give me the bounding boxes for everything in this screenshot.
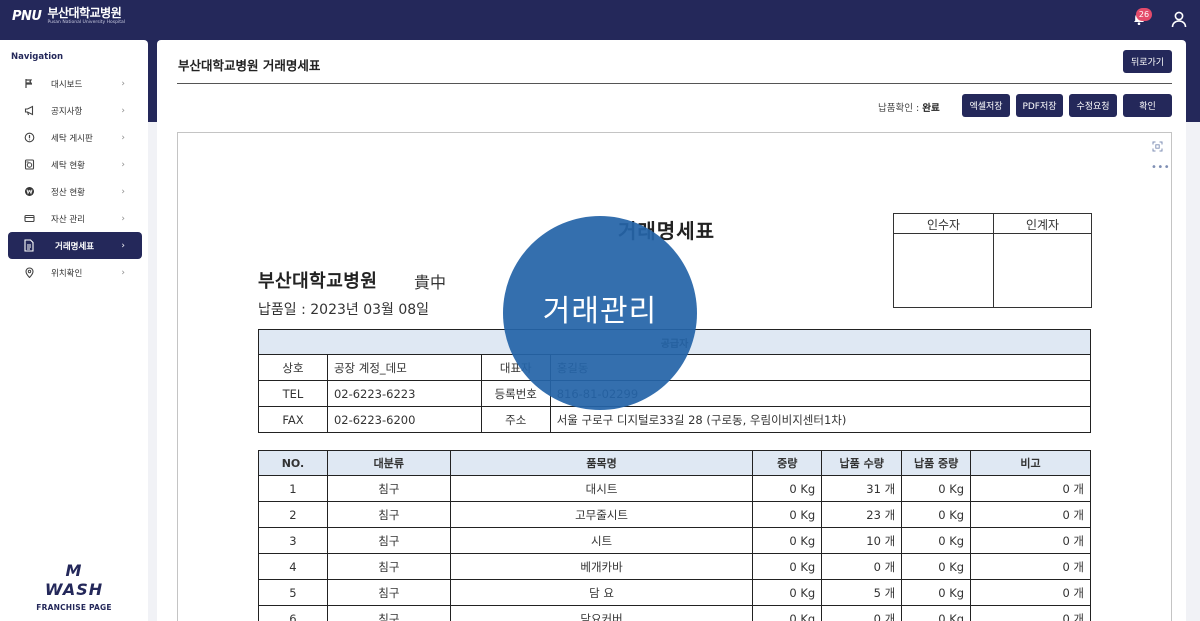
washer-icon [23, 159, 35, 171]
title-divider [177, 83, 1172, 84]
signature-box: 인수자 인계자 [893, 213, 1092, 308]
sidebar-item-laundry-status[interactable]: 세탁 현황 › [8, 151, 142, 178]
sidebar-item-invoice[interactable]: 거래명세표 › [8, 232, 142, 259]
logo-name: 부산대학교병원 [47, 6, 122, 20]
page-title: 부산대학교병원 거래명세표 [178, 58, 321, 73]
receiver-header: 인수자 [926, 218, 961, 232]
alert-circle-icon [23, 132, 35, 144]
sidebar-item-dashboard[interactable]: 대시보드 › [8, 70, 142, 97]
document-icon [23, 239, 35, 252]
nav-list: 대시보드 › 공지사항 › 세탁 게시판 › 세탁 현황 › 정산 현황 › 자… [8, 70, 142, 286]
chevron-right-icon: › [121, 105, 125, 116]
sidebar-item-label: 정산 현황 [51, 187, 85, 198]
notification-badge: 26 [1136, 8, 1152, 21]
sidebar-item-label: 자산 관리 [51, 214, 85, 225]
supplier-tel-label: TEL [258, 380, 328, 407]
chevron-right-icon: › [121, 186, 125, 197]
sidebar-item-asset[interactable]: 자산 관리 › [8, 205, 142, 232]
overlay-label: 거래관리 [542, 294, 658, 329]
sidebar-item-label: 세탁 게시판 [51, 133, 93, 144]
asset-card-icon [23, 213, 35, 225]
table-row: 3 침구 시트 0 Kg 10 개 0 Kg 0 개 [258, 527, 1091, 554]
recipient-name: 부산대학교병원 [258, 271, 378, 292]
column-header: NO. [258, 450, 328, 476]
brand-title: M WASH [44, 561, 104, 599]
logo-subtitle: Pusan National University Hospital [47, 20, 126, 25]
delivery-status: 납품확인 : 완료 [878, 100, 940, 114]
sidebar-item-notice[interactable]: 공지사항 › [8, 97, 142, 124]
chevron-right-icon: › [121, 267, 125, 278]
brand-subtitle: FRANCHISE PAGE [36, 603, 112, 612]
location-pin-icon [23, 267, 35, 279]
document-viewer[interactable]: ••• 거래명세표 인수자 인계자 부산대학교병원 貴中 납품일 : 2023년… [177, 132, 1172, 621]
table-row: 6 침구 담요커버 0 Kg 0 개 0 Kg 0 개 [258, 605, 1091, 621]
column-header: 품목명 [449, 450, 754, 476]
more-options-icon[interactable]: ••• [1151, 162, 1170, 173]
back-button[interactable]: 뒤로가기 [1123, 50, 1172, 73]
sidebar-item-label: 거래명세표 [55, 241, 95, 252]
brand-logo: M WASH FRANCHISE PAGE [34, 561, 114, 612]
sidebar-item-settlement[interactable]: 정산 현황 › [8, 178, 142, 205]
status-value: 완료 [922, 103, 940, 114]
supplier-name-label: 상호 [258, 354, 328, 381]
supplier-name: 공장 계정_데모 [326, 354, 482, 381]
sidebar: Navigation 대시보드 › 공지사항 › 세탁 게시판 › 세탁 현황 … [0, 40, 148, 621]
chevron-right-icon: › [121, 213, 125, 224]
edit-request-button[interactable]: 수정요청 [1069, 94, 1117, 117]
table-row: 1 침구 대시트 0 Kg 31 개 0 Kg 0 개 [258, 475, 1091, 502]
column-header: 비고 [970, 450, 1091, 476]
chevron-right-icon: › [121, 159, 125, 170]
table-row: 5 침구 담 요 0 Kg 5 개 0 Kg 0 개 [258, 579, 1091, 606]
sidebar-item-laundry-board[interactable]: 세탁 게시판 › [8, 124, 142, 151]
confirm-button[interactable]: 확인 [1123, 94, 1172, 117]
expand-icon[interactable] [1152, 141, 1163, 152]
sidebar-item-label: 위치확인 [51, 268, 83, 279]
chevron-right-icon: › [121, 132, 125, 143]
supplier-tel: 02-6223-6223 [326, 380, 482, 407]
sidebar-item-label: 공지사항 [51, 106, 83, 117]
hospital-logo[interactable]: PNU 부산대학교병원 Pusan National University Ho… [12, 7, 125, 26]
sidebar-item-location[interactable]: 위치확인 › [8, 259, 142, 286]
pdf-save-button[interactable]: PDF저장 [1016, 94, 1063, 117]
chevron-right-icon: › [121, 78, 125, 89]
supplier-fax: 02-6223-6200 [326, 406, 482, 433]
status-label: 납품확인 : [878, 103, 920, 114]
won-coin-icon [23, 186, 35, 198]
column-header: 납품 수량 [821, 450, 903, 476]
table-row: 2 침구 고무줄시트 0 Kg 23 개 0 Kg 0 개 [258, 501, 1091, 528]
supplier-fax-label: FAX [258, 406, 328, 433]
supplier-addr: 서울 구로구 디지털로33길 28 (구로동, 우림이비지센터1차) [549, 406, 1092, 433]
supplier-addr-label: 주소 [480, 406, 551, 433]
items-table: NO. 대분류 품목명 중량 납품 수량 납품 중량 비고 1 침구 대시트 0… [258, 450, 1091, 621]
table-row: 4 침구 베개카바 0 Kg 0 개 0 Kg 0 개 [258, 553, 1091, 580]
honorific: 貴中 [414, 273, 447, 292]
column-header: 납품 중량 [901, 450, 972, 476]
user-icon[interactable] [1170, 10, 1188, 28]
top-bar: PNU 부산대학교병원 Pusan National University Ho… [0, 0, 1200, 38]
column-header: 중량 [752, 450, 823, 476]
sidebar-item-label: 세탁 현황 [51, 160, 85, 171]
sidebar-item-label: 대시보드 [51, 79, 83, 90]
column-header: 대분류 [326, 450, 451, 476]
chevron-right-icon: › [121, 240, 125, 251]
megaphone-icon [23, 105, 35, 117]
nav-title: Navigation [11, 52, 63, 62]
deliverer-header: 인계자 [1025, 218, 1060, 232]
section-label-overlay: 거래관리 [503, 216, 697, 410]
excel-save-button[interactable]: 엑셀저장 [962, 94, 1010, 117]
logo-mark: PNU [12, 8, 42, 24]
dashboard-icon [23, 78, 35, 90]
delivery-date: 납품일 : 2023년 03월 08일 [258, 302, 430, 318]
